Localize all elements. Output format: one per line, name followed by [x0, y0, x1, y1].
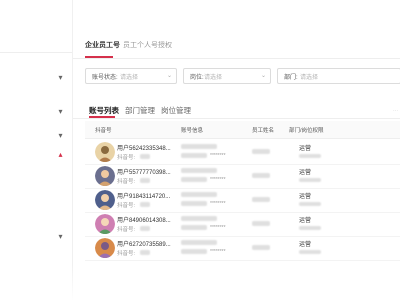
column-header: 部门/岗位权限 — [289, 128, 324, 134]
tab-position-management[interactable]: 岗位管理 — [161, 105, 191, 116]
douyin-id-label: 抖音号: — [117, 251, 136, 257]
redacted-text — [140, 202, 150, 207]
tab-enterprise-staff[interactable]: 企业员工号 — [85, 40, 120, 50]
redacted-text — [181, 168, 217, 173]
redacted-text — [252, 173, 270, 178]
tab-personal-auth[interactable]: 员工个人号授权 — [123, 40, 172, 50]
redacted-text — [252, 197, 270, 202]
table-row[interactable]: 用户62720735589... 抖音号: ******** 运营 — [85, 237, 400, 261]
dropdown-arrow-icon: ⌄ — [166, 73, 172, 79]
redacted-text — [181, 249, 207, 254]
role-label: 运营 — [299, 194, 312, 200]
table-row[interactable]: 用户91843114720... 抖音号: ******** 运营 — [85, 189, 400, 213]
masked-phone: ******** — [210, 201, 226, 207]
main-panel: 企业员工号 员工个人号授权 账号状态: 请选择 ⌄ 岗位: 请选择 ⌄ 部门: … — [72, 0, 400, 300]
faint-text: ··· — [393, 108, 398, 114]
department-select[interactable]: 部门: 请选择 — [277, 68, 400, 84]
user-nickname: 用户56242335348... — [117, 146, 171, 152]
redacted-text — [140, 154, 150, 159]
redacted-text — [252, 149, 270, 154]
user-nickname: 用户62720735589... — [117, 242, 171, 248]
avatar — [95, 214, 115, 234]
redacted-text — [181, 240, 217, 245]
filter-placeholder: 请选择 — [120, 75, 139, 81]
role-label: 运营 — [299, 146, 312, 152]
redacted-text — [181, 153, 207, 158]
user-nickname: 用户91843114720... — [117, 194, 171, 200]
douyin-id-label: 抖音号: — [117, 227, 136, 233]
masked-phone: ******** — [210, 249, 226, 255]
role-label: 运营 — [299, 218, 312, 224]
redacted-text — [299, 178, 321, 182]
chevron-up-icon[interactable]: ▴ — [56, 150, 65, 159]
redacted-text — [181, 192, 217, 197]
filter-label: 岗位: — [190, 75, 204, 81]
table-row[interactable]: 用户84906014308... 抖音号: ******** 运营 — [85, 213, 400, 237]
redacted-text — [299, 202, 321, 206]
user-nickname: 用户55777770398... — [117, 170, 171, 176]
filter-placeholder: 请选择 — [204, 75, 223, 81]
douyin-id-label: 抖音号: — [117, 179, 136, 185]
redacted-text — [252, 245, 270, 250]
chevron-down-icon[interactable]: ▾ — [56, 232, 65, 241]
account-status-select[interactable]: 账号状态: 请选择 ⌄ — [85, 68, 177, 84]
avatar — [95, 166, 115, 186]
douyin-id-label: 抖音号: — [117, 155, 136, 161]
tab-department-management[interactable]: 部门管理 — [125, 105, 155, 116]
app-window: ▾ ▾ ▾ ▴ ▾ 企业员工号 员工个人号授权 账号状态: 请选择 ⌄ 岗位: … — [0, 0, 400, 300]
table-row[interactable]: 用户56242335348... 抖音号: ******** 运营 — [85, 141, 400, 165]
redacted-text — [181, 216, 217, 221]
redacted-text — [140, 250, 150, 255]
column-header: 账号信息 — [181, 128, 204, 134]
column-header: 员工姓名 — [252, 128, 275, 134]
redacted-text — [140, 226, 150, 231]
douyin-id-label: 抖音号: — [117, 203, 136, 209]
chevron-down-icon[interactable]: ▾ — [56, 131, 65, 140]
role-label: 运营 — [299, 170, 312, 176]
redacted-text — [140, 178, 150, 183]
dropdown-arrow-icon: ⌄ — [260, 73, 266, 79]
chevron-down-icon[interactable]: ▾ — [56, 107, 65, 116]
masked-phone: ******** — [210, 177, 226, 183]
avatar — [95, 142, 115, 162]
divider — [0, 52, 72, 53]
redacted-text — [181, 177, 207, 182]
redacted-text — [299, 250, 321, 254]
filter-label: 部门: — [284, 75, 298, 81]
role-label: 运营 — [299, 242, 312, 248]
tab-account-list[interactable]: 账号列表 — [89, 105, 119, 116]
redacted-text — [299, 154, 321, 158]
avatar — [95, 238, 115, 258]
table-header: 抖音号 账号信息 员工姓名 部门/岗位权限 — [85, 121, 400, 139]
redacted-text — [181, 201, 207, 206]
masked-phone: ******** — [210, 153, 226, 159]
chevron-down-icon[interactable]: ▾ — [56, 73, 65, 82]
redacted-text — [181, 225, 207, 230]
redacted-text — [252, 221, 270, 226]
column-header: 抖音号 — [95, 128, 112, 134]
avatar — [95, 190, 115, 210]
user-nickname: 用户84906014308... — [117, 218, 171, 224]
divider — [73, 118, 400, 119]
redacted-text — [181, 144, 217, 149]
position-select[interactable]: 岗位: 请选择 ⌄ — [183, 68, 271, 84]
left-sidebar: ▾ ▾ ▾ ▴ ▾ — [0, 0, 72, 300]
divider — [73, 58, 400, 59]
table-row[interactable]: 用户55777770398... 抖音号: ******** 运营 — [85, 165, 400, 189]
filter-label: 账号状态: — [92, 75, 118, 81]
redacted-text — [299, 226, 321, 230]
filter-placeholder: 请选择 — [300, 75, 319, 81]
masked-phone: ******** — [210, 225, 226, 231]
